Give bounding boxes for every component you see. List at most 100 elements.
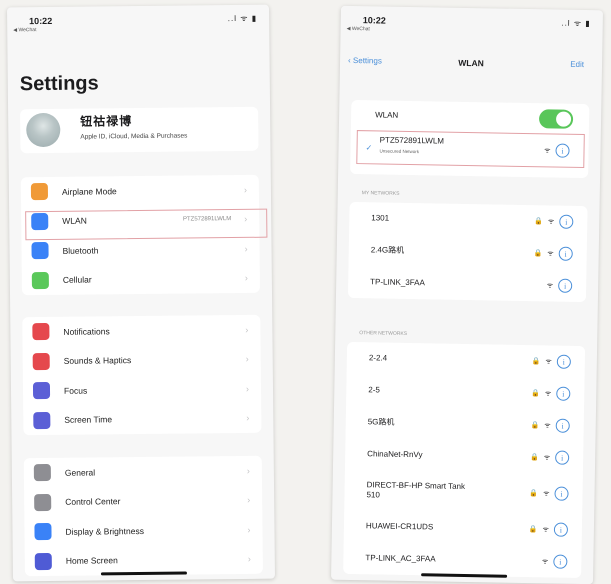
settings-row[interactable]: Airplane Mode › <box>21 175 259 207</box>
lock-icon: 🔒 <box>533 250 543 258</box>
settings-row-label: Focus <box>63 385 88 396</box>
network-name: 2-5 <box>368 385 380 395</box>
chevron-right-icon: › <box>244 243 248 254</box>
checkmark-icon: ✓ <box>365 143 373 153</box>
info-icon[interactable]: i <box>553 554 568 569</box>
network-row[interactable]: ChinaNet-RnVy 🔒 ᯤ i <box>345 438 584 474</box>
network-row[interactable]: TP-LINK_AC_3FAA ᯤ i <box>343 542 582 578</box>
network-icons: 🔒 ᯤ i <box>533 246 573 261</box>
settings-row-label: Control Center <box>65 496 121 508</box>
hourglass-icon <box>33 411 51 429</box>
network-name: 1301 <box>371 213 390 223</box>
lock-icon: 🔒 <box>529 454 539 462</box>
page-title: Settings <box>19 72 99 96</box>
network-row[interactable]: 2-5 🔒 ᯤ i <box>346 374 585 410</box>
gear-icon <box>33 464 51 482</box>
lock-icon: 🔒 <box>528 526 538 534</box>
network-icons: 🔒 ᯤ i <box>530 418 570 433</box>
settings-group-notifications: Notifications › Sounds & Haptics › Focus › Scr… <box>22 314 262 436</box>
chevron-right-icon: › <box>247 524 251 535</box>
back-to-app-label[interactable]: ◀ WeChat <box>13 27 36 33</box>
lock-icon: 🔒 <box>529 490 539 498</box>
other-networks-header: OTHER NETWORKS <box>359 330 408 337</box>
network-row[interactable]: 5G路机 🔒 ᯤ i <box>345 406 584 442</box>
edit-button[interactable]: Edit <box>570 60 584 69</box>
network-name: 5G路机 <box>367 417 395 427</box>
network-row[interactable]: 2-2.4 🔒 ᯤ i <box>347 342 586 378</box>
settings-row-label: Display & Brightness <box>65 525 144 537</box>
antenna-icon <box>31 271 49 289</box>
signal-wifi-battery-icon: ..l ᯤ ▮ <box>227 13 258 24</box>
chevron-right-icon: › <box>245 324 249 335</box>
info-icon[interactable]: i <box>558 246 573 261</box>
settings-row[interactable]: Sounds & Haptics › <box>23 344 261 376</box>
settings-row-label: Sounds & Haptics <box>63 355 132 367</box>
settings-row-label: General <box>64 467 96 478</box>
network-row[interactable]: 1301 🔒 ᯤ i <box>349 202 588 238</box>
connected-network-row[interactable]: ✓ PTZ572891LWLM Unsecured Network ᯤ i <box>356 130 585 169</box>
switches-icon <box>34 493 52 511</box>
settings-row-label: Notifications <box>63 326 110 337</box>
network-row[interactable]: DIRECT-BF-HP Smart Tank 510 🔒 ᯤ i <box>344 470 583 514</box>
apple-id-profile-row[interactable]: 钮祜禄博 Apple ID, iCloud, Media & Purchases <box>20 106 259 154</box>
my-networks-list: 1301 🔒 ᯤ i 2.4G路机 🔒 ᯤ i TP-LINK_3FAA ᯤ i <box>347 201 588 303</box>
info-icon[interactable]: i <box>558 278 573 293</box>
wlan-toggle[interactable] <box>538 109 574 129</box>
settings-row-label: Home Screen <box>65 555 118 567</box>
info-icon[interactable]: i <box>555 418 570 433</box>
wifi-icon: ᯤ <box>541 557 549 565</box>
wifi-icon: ᯤ <box>544 421 551 429</box>
wifi-icon: ᯤ <box>546 281 554 290</box>
network-row[interactable]: TP-LINK_3FAA ᯤ i <box>348 266 587 302</box>
info-icon[interactable]: i <box>553 522 569 537</box>
settings-row[interactable]: Notifications › <box>22 315 260 347</box>
settings-row[interactable]: Display & Brightness › <box>24 515 262 547</box>
info-icon[interactable]: i <box>554 486 569 501</box>
info-icon[interactable]: i <box>555 143 570 158</box>
settings-row-label: Airplane Mode <box>61 185 117 197</box>
settings-row[interactable]: General › <box>24 456 262 488</box>
network-icons: 🔒 ᯤ i <box>529 450 570 465</box>
lock-icon: 🔒 <box>530 422 540 430</box>
settings-group-general: General › Control Center › Display & Brightn… <box>23 455 263 577</box>
network-name: 2.4G路机 <box>370 245 405 255</box>
network-icons: 🔒 ᯤ i <box>529 486 569 501</box>
settings-row[interactable]: Screen Time › <box>23 403 261 435</box>
info-icon[interactable]: i <box>555 450 570 465</box>
connected-network-status: Unsecured Network <box>379 148 420 155</box>
lock-icon: 🔒 <box>531 390 540 398</box>
chevron-right-icon: › <box>244 273 248 284</box>
settings-screen: 10:22 ◀ WeChat ..l ᯤ ▮ Settings 钮祜禄博 App… <box>7 4 275 582</box>
profile-subtitle: Apple ID, iCloud, Media & Purchases <box>80 132 188 141</box>
home-indicator <box>421 573 508 578</box>
wifi-icon: ᯤ <box>543 489 550 497</box>
speaker-icon <box>32 352 50 370</box>
chevron-right-icon: › <box>247 495 251 506</box>
bluetooth-icon <box>31 242 49 260</box>
wifi-icon: ᯤ <box>544 389 552 397</box>
network-icons: 🔒 ᯤ i <box>531 386 571 401</box>
network-row[interactable]: HUAWEI-CR1UDS 🔒 ᯤ i <box>344 510 583 546</box>
network-icons: 🔒 ᯤ i <box>534 214 574 229</box>
info-icon[interactable]: i <box>559 214 574 229</box>
settings-row-label: Screen Time <box>64 414 113 426</box>
network-row[interactable]: 2.4G路机 🔒 ᯤ i <box>348 234 587 270</box>
settings-row[interactable]: Control Center › <box>24 485 262 517</box>
info-icon[interactable]: i <box>556 386 571 401</box>
lock-icon: 🔒 <box>534 218 543 226</box>
wifi-icon: ᯤ <box>542 525 549 533</box>
chevron-right-icon: › <box>245 354 249 365</box>
network-icons: 🔒 ᯤ i <box>532 354 571 369</box>
signal-wifi-battery-icon: ..l ᯤ ▮ <box>561 18 591 29</box>
back-to-app-label[interactable]: ◀ WeChat <box>347 26 370 32</box>
network-name: TP-LINK_3FAA <box>370 277 425 288</box>
network-name: DIRECT-BF-HP Smart Tank 510 <box>366 480 466 500</box>
info-icon[interactable]: i <box>556 354 571 369</box>
network-name: HUAWEI-CR1UDS <box>365 521 434 532</box>
wifi-icon: ᯤ <box>547 249 554 258</box>
connected-network-name: PTZ572891LWLM <box>379 135 445 146</box>
settings-row[interactable]: Focus › <box>23 374 261 406</box>
aa-icon <box>34 523 52 541</box>
status-time: 10:22 <box>362 15 386 26</box>
settings-row[interactable]: Cellular › <box>22 263 260 295</box>
